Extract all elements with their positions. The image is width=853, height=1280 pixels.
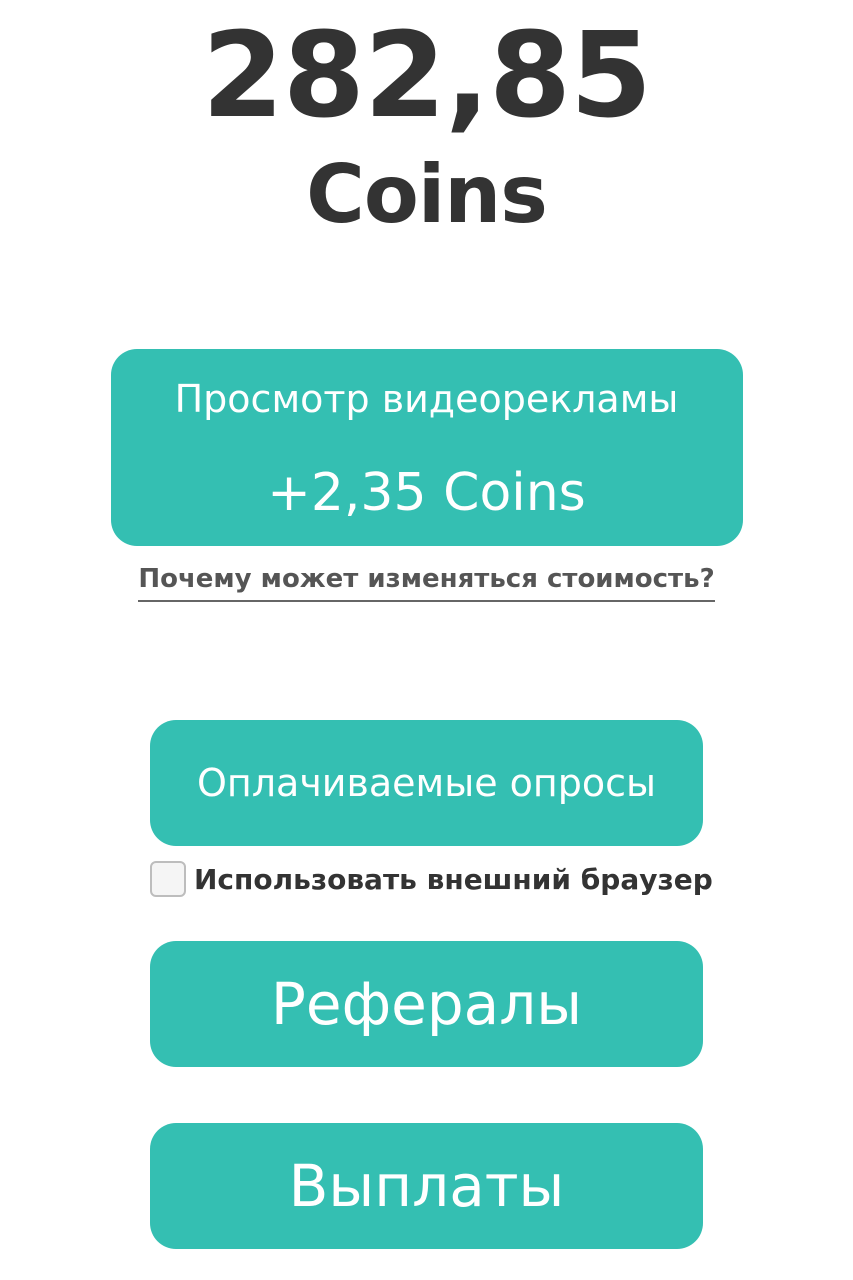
price-change-info-link-wrapper: Почему может изменяться стоимость?	[0, 561, 853, 602]
price-change-info-link[interactable]: Почему может изменяться стоимость?	[138, 561, 715, 602]
payouts-button[interactable]: Выплаты	[150, 1123, 703, 1249]
balance-amount: 282,85	[201, 6, 652, 144]
referrals-button[interactable]: Рефералы	[150, 941, 703, 1067]
video-ad-title: Просмотр видеорекламы	[174, 377, 679, 421]
paid-surveys-button[interactable]: Оплачиваемые опросы	[150, 720, 703, 846]
balance-unit: Coins	[306, 148, 548, 241]
external-browser-label[interactable]: Использовать внешний браузер	[194, 863, 713, 896]
video-ad-reward: +2,35 Coins	[267, 463, 586, 523]
external-browser-option: Использовать внешний браузер	[150, 858, 713, 900]
external-browser-checkbox[interactable]	[150, 861, 186, 897]
